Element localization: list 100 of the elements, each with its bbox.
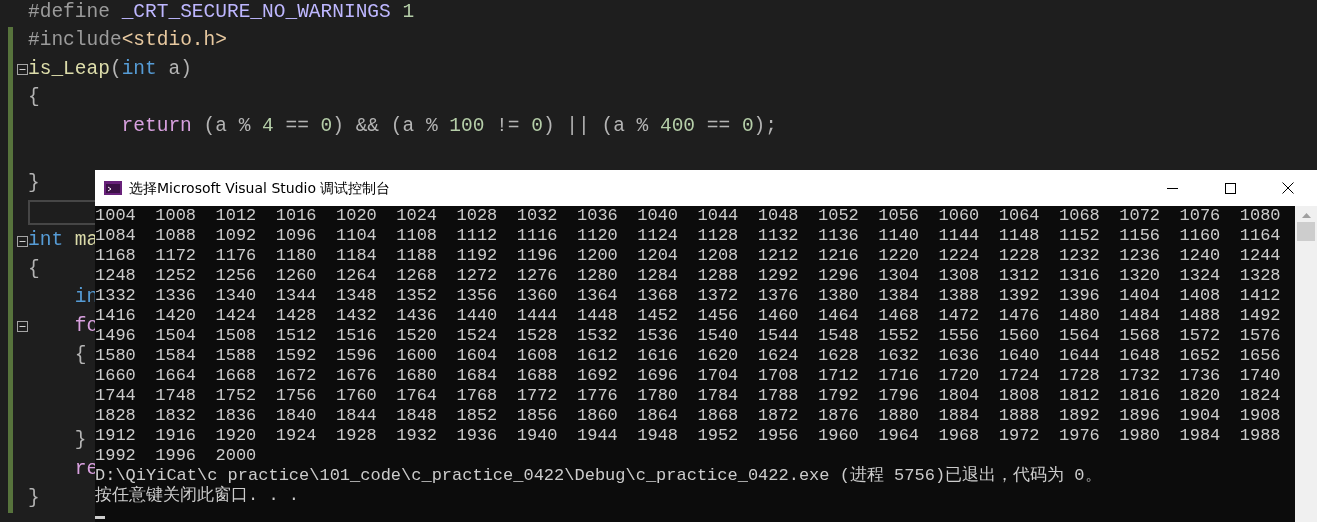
output-number: 1704 bbox=[697, 366, 740, 386]
output-number: 1524 bbox=[456, 326, 499, 346]
maximize-icon bbox=[1224, 182, 1236, 194]
output-number: 1320 bbox=[1119, 266, 1162, 286]
output-number: 1860 bbox=[577, 406, 619, 426]
output-number: 1356 bbox=[456, 286, 499, 306]
output-number: 1420 bbox=[155, 306, 198, 326]
text-cursor bbox=[95, 516, 105, 519]
output-number: 1592 bbox=[275, 346, 318, 366]
output-number: 1144 bbox=[938, 226, 981, 246]
output-number: 1692 bbox=[577, 366, 619, 386]
output-number: 1616 bbox=[637, 346, 680, 366]
output-number: 1964 bbox=[878, 426, 921, 446]
output-number: 1228 bbox=[998, 246, 1041, 266]
output-number: 1852 bbox=[456, 406, 499, 426]
code-token: ) || (a % bbox=[542, 116, 650, 137]
output-number: 1012 bbox=[215, 206, 258, 226]
output-number: 1032 bbox=[516, 206, 559, 226]
output-number: 1552 bbox=[878, 326, 921, 346]
output-number: 1988 bbox=[1239, 426, 1282, 446]
code-token: { bbox=[28, 88, 40, 108]
output-number: 1496 bbox=[95, 326, 137, 346]
output-number: 1604 bbox=[456, 346, 499, 366]
output-number: 1232 bbox=[1059, 246, 1101, 266]
output-number: 1296 bbox=[818, 266, 860, 286]
output-number: 1444 bbox=[516, 306, 559, 326]
output-number: 1688 bbox=[516, 366, 559, 386]
output-number: 1536 bbox=[637, 326, 680, 346]
output-number: 1216 bbox=[818, 246, 860, 266]
output-number: 1164 bbox=[1239, 226, 1282, 246]
collapse-icon[interactable] bbox=[17, 64, 28, 75]
output-number: 1600 bbox=[396, 346, 439, 366]
code-token: (a % bbox=[202, 116, 252, 137]
output-number: 1120 bbox=[577, 226, 619, 246]
code-token: int bbox=[28, 231, 64, 251]
output-number: 1200 bbox=[577, 246, 619, 266]
output-number: 1540 bbox=[697, 326, 740, 346]
output-number: 1020 bbox=[336, 206, 378, 226]
scrollbar-thumb[interactable] bbox=[1297, 222, 1315, 241]
output-number: 1224 bbox=[938, 246, 981, 266]
output-number: 1324 bbox=[1179, 266, 1222, 286]
output-number: 1632 bbox=[878, 346, 921, 366]
code-token: { bbox=[73, 345, 87, 366]
collapse-icon[interactable] bbox=[17, 235, 28, 247]
code-token: int bbox=[121, 59, 157, 80]
window-title: 选择Microsoft Visual Studio 调试控制台 bbox=[129, 178, 391, 198]
output-number: 1516 bbox=[336, 326, 378, 346]
code-token: } bbox=[28, 174, 40, 194]
output-number: 1192 bbox=[456, 246, 499, 266]
output-number: 1456 bbox=[697, 306, 740, 326]
output-number: 1928 bbox=[336, 426, 378, 446]
output-number: 1588 bbox=[215, 346, 258, 366]
output-number: 1876 bbox=[818, 406, 860, 426]
output-number: 1004 bbox=[95, 206, 137, 226]
output-number: 1788 bbox=[757, 386, 800, 406]
output-number: 1768 bbox=[456, 386, 499, 406]
output-number: 1040 bbox=[637, 206, 680, 226]
output-number: 1880 bbox=[878, 406, 921, 426]
output-number: 1520 bbox=[396, 326, 439, 346]
output-number: 1352 bbox=[396, 286, 439, 306]
output-number: 1104 bbox=[336, 226, 378, 246]
output-number: 1308 bbox=[938, 266, 981, 286]
output-number: 1976 bbox=[1059, 426, 1101, 446]
output-number: 1564 bbox=[1059, 326, 1101, 346]
output-number: 1780 bbox=[637, 386, 680, 406]
output-number: 1868 bbox=[697, 406, 740, 426]
output-number: 1748 bbox=[155, 386, 198, 406]
output-number: 1636 bbox=[938, 346, 981, 366]
output-number: 1716 bbox=[878, 366, 921, 386]
scroll-up-icon[interactable] bbox=[1301, 213, 1311, 218]
code-token: 0 bbox=[320, 116, 333, 137]
output-number: 1648 bbox=[1119, 346, 1162, 366]
output-number: 1056 bbox=[878, 206, 921, 226]
output-number: 1820 bbox=[1179, 386, 1222, 406]
collapse-icon[interactable] bbox=[17, 321, 28, 333]
code-token: ) && (a % bbox=[332, 116, 439, 137]
output-number: 1424 bbox=[215, 306, 258, 326]
output-number: 1952 bbox=[697, 426, 740, 446]
output-number: 1784 bbox=[697, 386, 740, 406]
code-token: _CRT_SECURE_NO_WARNINGS bbox=[121, 2, 391, 23]
output-number: 1732 bbox=[1119, 366, 1162, 386]
output-number: 1412 bbox=[1239, 286, 1282, 306]
output-number: 1220 bbox=[878, 246, 921, 266]
output-number: 1064 bbox=[998, 206, 1041, 226]
output-number: 1532 bbox=[577, 326, 619, 346]
output-number: 1504 bbox=[155, 326, 198, 346]
output-number: 1448 bbox=[577, 306, 619, 326]
code-token: is_Leap bbox=[28, 59, 110, 80]
output-number: 1108 bbox=[396, 226, 439, 246]
output-number: 1364 bbox=[577, 286, 619, 306]
code-token: #define bbox=[28, 2, 111, 23]
scrollbar[interactable] bbox=[1295, 206, 1317, 522]
output-number: 1392 bbox=[998, 286, 1041, 306]
output-number: 1312 bbox=[998, 266, 1041, 286]
output-number: 1608 bbox=[516, 346, 559, 366]
output-number: 1492 bbox=[1239, 306, 1282, 326]
output-number: 1276 bbox=[516, 266, 559, 286]
console-app-icon bbox=[104, 181, 122, 195]
output-number: 1008 bbox=[155, 206, 198, 226]
output-number: 1628 bbox=[818, 346, 860, 366]
